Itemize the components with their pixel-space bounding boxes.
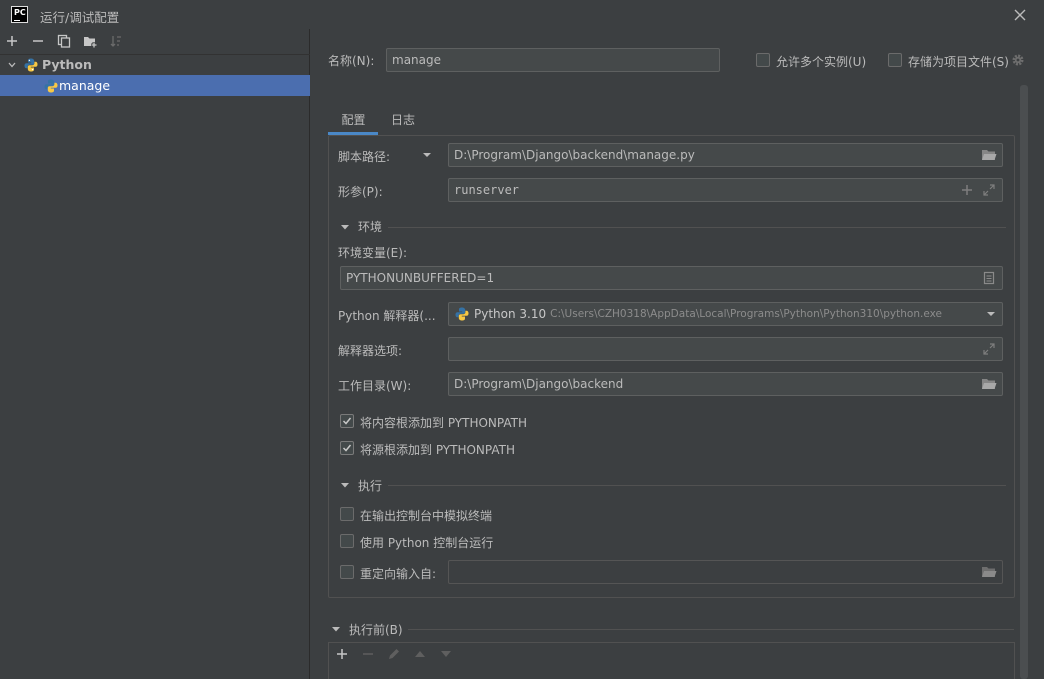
window-title: 运行/调试配置 <box>40 10 120 25</box>
new-folder-icon[interactable] <box>80 31 100 51</box>
tree-item-label: manage <box>59 78 111 93</box>
tree-group-python[interactable]: Python <box>0 54 310 75</box>
interpreter-python-icon <box>455 307 470 321</box>
config-tree-pane: Python manage <box>0 29 310 679</box>
title-bar: PC 运行/调试配置 <box>0 0 1044 29</box>
expand-icon[interactable] <box>980 181 998 199</box>
check-icon <box>342 417 352 425</box>
folder-browse-icon[interactable] <box>980 146 998 164</box>
tree-group-label: Python <box>42 57 92 72</box>
before-launch-panel <box>328 642 1015 679</box>
before-launch-down-icon[interactable] <box>440 649 452 659</box>
close-icon[interactable] <box>1012 7 1028 23</box>
before-launch-title: 执行前(B) <box>349 623 403 637</box>
check-icon <box>342 444 352 452</box>
remove-config-icon[interactable] <box>28 31 48 51</box>
before-launch-add-icon[interactable] <box>336 648 350 662</box>
gear-icon[interactable] <box>1011 53 1025 67</box>
exec-section-divider <box>388 485 1006 486</box>
workdir-field[interactable]: D:\Program\Django\backend <box>448 372 1003 396</box>
env-section-toggle-icon[interactable] <box>340 222 350 232</box>
add-source-roots-label: 将源根添加到 PYTHONPATH <box>360 443 515 457</box>
name-label: 名称(N): <box>328 54 375 68</box>
exec-section-toggle-icon[interactable] <box>340 480 350 490</box>
tree-toolbar <box>2 31 126 53</box>
before-launch-remove-icon[interactable] <box>362 648 376 662</box>
env-vars-edit-icon[interactable] <box>980 269 998 287</box>
python-file-icon <box>44 79 58 93</box>
redirect-input-field[interactable] <box>448 560 1003 584</box>
redirect-input-label: 重定向输入自: <box>360 567 437 581</box>
python-console-checkbox[interactable] <box>340 534 354 548</box>
sort-icon[interactable] <box>106 31 126 51</box>
params-field[interactable]: runserver <box>448 178 1003 202</box>
app-icon: PC <box>11 6 28 23</box>
env-vars-label: 环境变量(E): <box>338 246 407 260</box>
tab-config-label: 配置 <box>341 113 366 127</box>
store-as-file-label: 存储为项目文件(S) <box>908 55 1009 69</box>
add-macro-icon[interactable] <box>958 181 976 199</box>
env-vars-value: PYTHONUNBUFFERED=1 <box>346 271 495 285</box>
chevron-down-icon[interactable] <box>7 60 17 70</box>
allow-parallel-checkbox[interactable] <box>756 53 770 67</box>
store-as-file-checkbox[interactable] <box>888 53 902 67</box>
env-section-title: 环境 <box>358 220 383 234</box>
workdir-label: 工作目录(W): <box>338 379 412 393</box>
config-panel <box>328 135 1015 598</box>
env-vars-field[interactable]: PYTHONUNBUFFERED=1 <box>340 266 1003 290</box>
tab-logs-label: 日志 <box>390 113 415 127</box>
before-launch-edit-icon[interactable] <box>387 647 401 661</box>
interpreter-label: Python 解释器(... <box>338 309 436 323</box>
interpreter-path: C:\Users\CZH0318\AppData\Local\Programs\… <box>550 308 942 320</box>
workdir-folder-icon[interactable] <box>980 375 998 393</box>
tab-logs[interactable]: 日志 <box>381 108 425 136</box>
name-field[interactable]: manage <box>386 48 720 72</box>
emulate-terminal-checkbox[interactable] <box>340 507 354 521</box>
redirect-input-checkbox[interactable] <box>340 565 354 579</box>
add-content-roots-label: 将内容根添加到 PYTHONPATH <box>360 416 527 430</box>
add-content-roots-checkbox[interactable] <box>340 414 354 428</box>
add-config-icon[interactable] <box>2 31 22 51</box>
before-launch-toggle-icon[interactable] <box>331 624 341 634</box>
interp-options-field[interactable] <box>448 337 1003 361</box>
emulate-terminal-label: 在输出控制台中模拟终端 <box>360 509 493 523</box>
add-source-roots-checkbox[interactable] <box>340 441 354 455</box>
python-icon <box>24 58 38 72</box>
script-type-dropdown-icon[interactable] <box>421 150 433 160</box>
params-value: runserver <box>454 183 520 197</box>
script-path-value: D:\Program\Django\backend\manage.py <box>454 148 695 162</box>
script-path-label: 脚本路径: <box>338 150 391 164</box>
allow-parallel-label: 允许多个实例(U) <box>776 55 867 69</box>
interp-options-label: 解释器选项: <box>338 344 403 358</box>
exec-section-title: 执行 <box>358 479 383 493</box>
interpreter-name: Python 3.10 <box>474 307 547 321</box>
interpreter-dropdown-icon[interactable] <box>985 309 997 319</box>
params-label: 形参(P): <box>338 185 383 199</box>
tree-item-manage[interactable]: manage <box>0 75 310 96</box>
interp-options-expand-icon[interactable] <box>980 340 998 358</box>
env-section-divider <box>388 227 1006 228</box>
script-path-field[interactable]: D:\Program\Django\backend\manage.py <box>448 143 1003 167</box>
before-launch-divider <box>408 629 1014 630</box>
redirect-folder-icon[interactable] <box>980 563 998 581</box>
vertical-scrollbar-thumb[interactable] <box>1020 85 1028 679</box>
app-icon-text: PC <box>14 8 26 17</box>
python-console-label: 使用 Python 控制台运行 <box>360 536 494 550</box>
interpreter-select[interactable]: Python 3.10 C:\Users\CZH0318\AppData\Loc… <box>448 302 1003 326</box>
copy-config-icon[interactable] <box>54 31 74 51</box>
name-field-value: manage <box>392 53 442 67</box>
before-launch-up-icon[interactable] <box>414 649 426 659</box>
workdir-value: D:\Program\Django\backend <box>454 377 624 391</box>
